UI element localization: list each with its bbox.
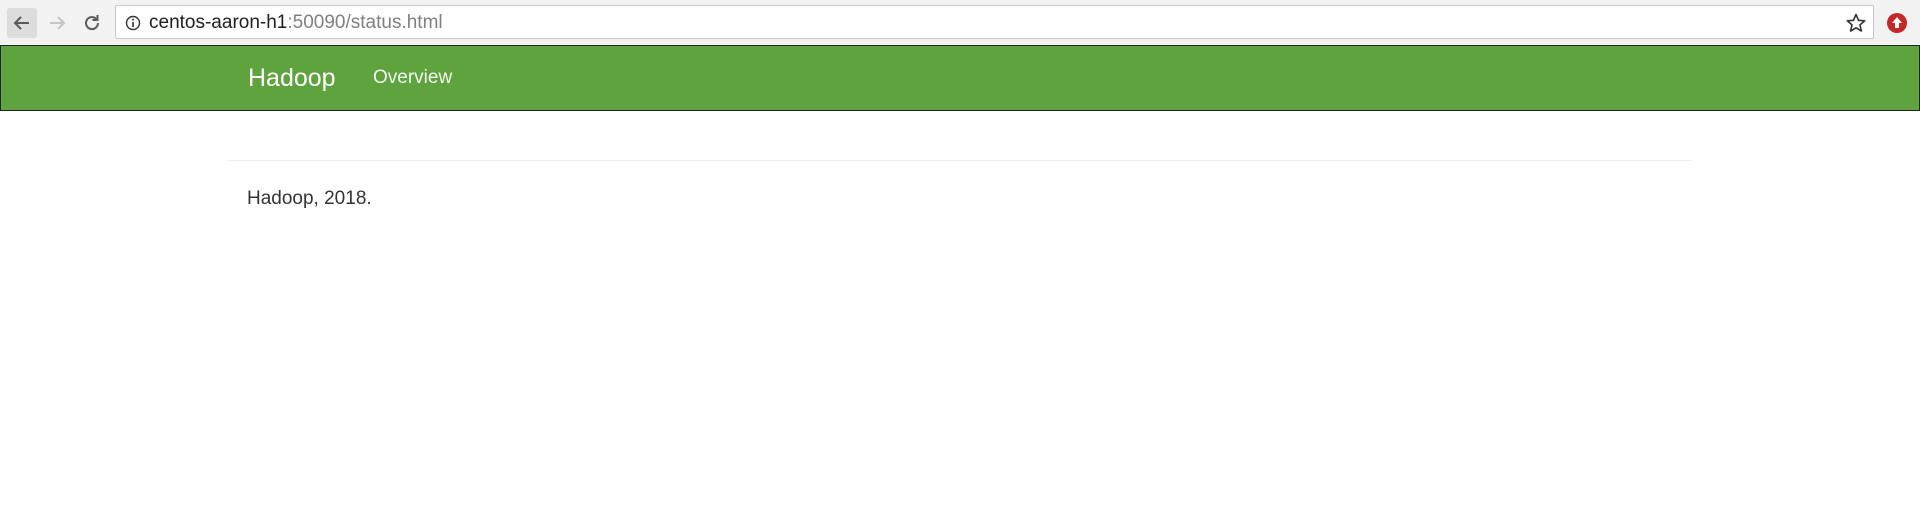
footer-text: Hadoop, 2018.	[247, 188, 372, 209]
extension-icon[interactable]	[1886, 12, 1908, 34]
divider	[228, 160, 1691, 161]
navbar: Hadoop Overview	[0, 45, 1920, 111]
reload-button[interactable]	[77, 8, 107, 38]
reload-icon	[85, 15, 100, 31]
star-icon[interactable]	[1845, 12, 1867, 34]
info-icon[interactable]	[125, 15, 141, 31]
back-button[interactable]	[7, 8, 37, 38]
forward-button[interactable]	[42, 8, 72, 38]
url-path: :50090/status.html	[287, 12, 443, 33]
arrow-right-icon	[50, 16, 66, 30]
nav-link-overview[interactable]: Overview	[373, 67, 452, 89]
url-host: centos-aaron-h1	[149, 12, 288, 33]
url-text[interactable]: centos-aaron-h1:50090/status.html	[149, 12, 443, 34]
address-bar[interactable]: centos-aaron-h1:50090/status.html	[115, 5, 1874, 39]
brand-link[interactable]: Hadoop	[248, 63, 336, 93]
browser-toolbar: centos-aaron-h1:50090/status.html	[0, 0, 1920, 45]
arrow-left-icon	[13, 16, 29, 30]
